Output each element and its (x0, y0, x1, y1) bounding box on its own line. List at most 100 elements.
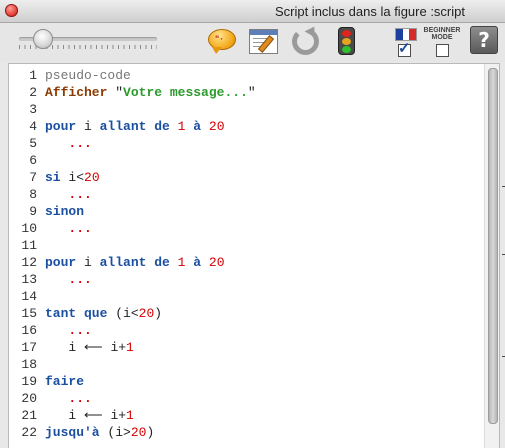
code-token: i< (60, 170, 85, 185)
code-line[interactable]: 7 si i<20 (9, 169, 485, 186)
code-line[interactable]: 16 ... (9, 322, 485, 339)
code-token: ) (154, 306, 163, 321)
code-line[interactable]: 4 pour i allant de 1 à 20 (9, 118, 485, 135)
vertical-scrollbar[interactable] (484, 64, 499, 448)
code-line[interactable]: 20 ... (9, 390, 485, 407)
code-token: " (247, 85, 256, 100)
code-token: i (76, 119, 100, 134)
line-number: 4 (29, 119, 37, 134)
window-title: Script inclus dans la figure :script (274, 4, 465, 19)
code-token: ... (68, 221, 92, 236)
code-token: faire (45, 374, 85, 389)
line-number: 18 (21, 357, 37, 372)
code-token: tant que (45, 306, 108, 321)
line-number: 1 (29, 68, 37, 83)
line-number: 9 (29, 204, 37, 219)
code-token: allant de (99, 255, 170, 270)
code-line[interactable]: 11 (9, 237, 485, 254)
language-checkbox[interactable]: ✓ (398, 40, 411, 57)
line-number: 10 (21, 221, 37, 236)
line-number: 12 (21, 255, 37, 270)
code-line[interactable]: 21 i ⟵ i+1 (9, 407, 485, 424)
code-token: 20 (84, 170, 100, 185)
code-line[interactable]: 22 jusqu'à (i>20) (9, 424, 485, 441)
code-token: pour (45, 119, 77, 134)
help-icon[interactable]: ? (470, 26, 498, 54)
editor-window-icon[interactable] (248, 26, 278, 54)
line-number: 20 (21, 391, 37, 406)
code-line[interactable]: 19 faire (9, 373, 485, 390)
code-editor[interactable]: 1 pseudo-code 2 Afficher "Votre message..."… (8, 63, 500, 448)
code-token: ... (68, 272, 92, 287)
beginner-mode-checkbox[interactable] (436, 44, 449, 57)
code-line[interactable]: 1 pseudo-code (9, 67, 485, 84)
code-lines: 1 pseudo-code 2 Afficher "Votre message..."… (9, 67, 485, 441)
code-token: pseudo-code (45, 68, 131, 83)
code-token: 1 (126, 340, 134, 355)
code-token: i ⟵ i+ (45, 340, 127, 355)
beginner-mode-label: BEGINNER MODE (423, 27, 461, 41)
code-token: ... (68, 391, 92, 406)
line-number: 22 (21, 425, 37, 440)
code-token: 20 (130, 425, 147, 440)
line-number: 14 (21, 289, 37, 304)
code-line[interactable]: 6 (9, 152, 485, 169)
code-line[interactable]: 13 ... (9, 271, 485, 288)
line-number: 2 (29, 85, 37, 100)
code-token: sinon (45, 204, 85, 219)
code-token: jusqu'à (45, 425, 100, 440)
code-token: " (115, 85, 124, 100)
code-line[interactable]: 14 (9, 288, 485, 305)
line-number: 7 (29, 170, 37, 185)
line-number: 19 (21, 374, 37, 389)
code-line[interactable]: 5 ... (9, 135, 485, 152)
code-token: 20 (208, 119, 225, 134)
line-number: 15 (21, 306, 37, 321)
code-line[interactable]: 17 i ⟵ i+1 (9, 339, 485, 356)
code-token: i (76, 255, 100, 270)
code-token: Votre message... (123, 85, 248, 100)
code-line[interactable]: 9 sinon (9, 203, 485, 220)
code-line[interactable]: 10 ... (9, 220, 485, 237)
traffic-light-icon[interactable] (333, 26, 361, 55)
line-number: 16 (21, 323, 37, 338)
code-token: 1 (126, 408, 134, 423)
scrollbar-thumb[interactable] (488, 68, 498, 424)
line-number: 13 (21, 272, 37, 287)
code-token: Afficher (45, 85, 108, 100)
toolbar: "· ✓ BEGINNER MODE ? (0, 23, 505, 62)
code-token: 20 (208, 255, 225, 270)
code-token: ... (68, 136, 92, 151)
code-line[interactable]: 3 (9, 101, 485, 118)
code-token: pour (45, 255, 77, 270)
title-bar: Script inclus dans la figure :script (0, 0, 505, 23)
line-number: 5 (29, 136, 37, 151)
code-token: i ⟵ i+ (45, 408, 127, 423)
code-line[interactable]: 15 tant que (i<20) (9, 305, 485, 322)
line-number: 8 (29, 187, 37, 202)
code-token: 20 (138, 306, 155, 321)
line-number: 21 (21, 408, 37, 423)
code-token: à (193, 255, 202, 270)
speech-bubble-icon[interactable]: "· (207, 26, 236, 54)
code-line[interactable]: 2 Afficher "Votre message..." (9, 84, 485, 101)
code-token: si (45, 170, 61, 185)
code-line[interactable]: 18 (9, 356, 485, 373)
refresh-icon[interactable] (290, 23, 320, 55)
code-line[interactable]: 12 pour i allant de 1 à 20 (9, 254, 485, 271)
line-number: 3 (29, 102, 37, 117)
line-number: 11 (21, 238, 37, 253)
code-line[interactable]: 8 ... (9, 186, 485, 203)
zoom-slider-thumb[interactable] (33, 29, 53, 49)
code-token: ... (68, 187, 92, 202)
